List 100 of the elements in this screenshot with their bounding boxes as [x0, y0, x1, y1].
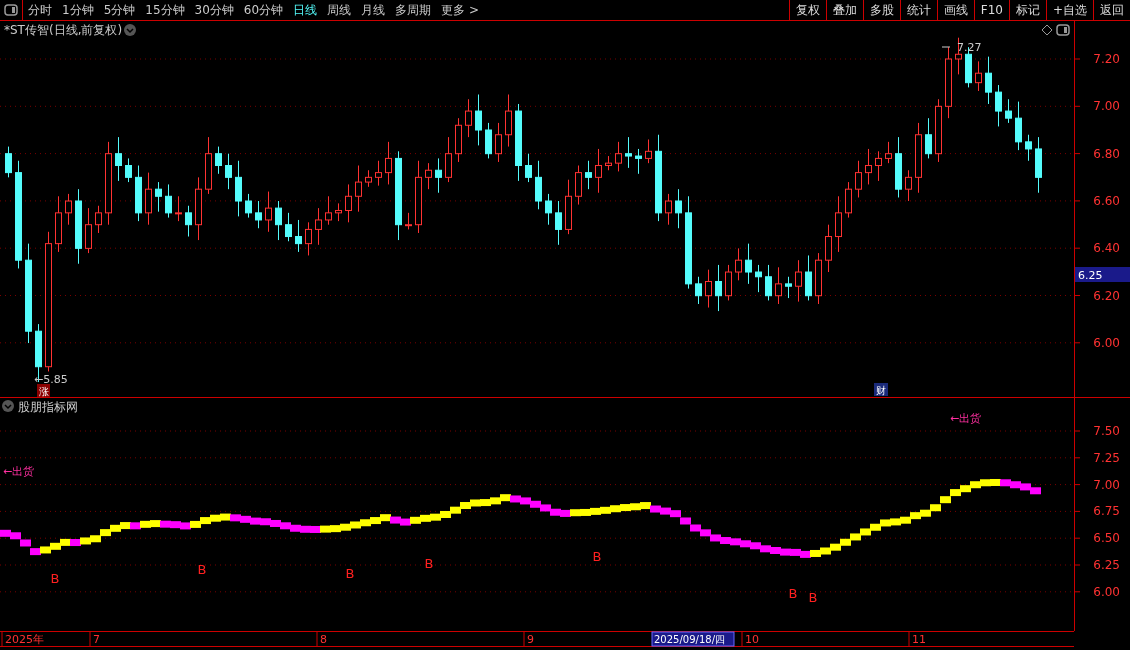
candlestick	[545, 193, 552, 226]
dropdown-icon[interactable]	[124, 24, 136, 36]
buy-marker: B	[424, 556, 434, 571]
candlestick	[805, 254, 812, 301]
candlestick	[895, 136, 902, 198]
candlestick	[875, 150, 882, 182]
date-axis-label: 11	[912, 633, 926, 646]
candlestick	[225, 153, 232, 190]
candlestick	[885, 141, 892, 164]
candlestick	[425, 162, 432, 190]
candlestick	[485, 122, 492, 159]
dropdown-icon[interactable]	[2, 400, 14, 412]
period-tab[interactable]: 5分钟	[98, 0, 141, 20]
candlestick	[835, 195, 842, 253]
candlestick	[185, 205, 192, 237]
candlestick	[215, 146, 222, 175]
period-tab[interactable]: 60分钟	[238, 0, 289, 20]
toolbar-button[interactable]: F10	[973, 0, 1009, 20]
candlestick	[865, 148, 872, 185]
candlestick	[735, 247, 742, 281]
period-tab[interactable]: 多周期	[390, 0, 437, 20]
period-tab[interactable]: 分时	[23, 0, 57, 20]
toolbar-button[interactable]: 统计	[899, 0, 937, 20]
cursor-date-label: 2025/09/18/四	[651, 631, 735, 647]
period-tab[interactable]: 更多 >	[436, 0, 484, 20]
buy-marker: B	[592, 549, 602, 564]
indicator-axis-label: 7.00	[1093, 477, 1120, 492]
date-axis-label: 2025年	[5, 633, 44, 646]
candlestick	[115, 136, 122, 182]
candlestick	[675, 188, 682, 229]
candlestick	[135, 165, 142, 222]
toolbar-button[interactable]: 多股	[862, 0, 900, 20]
period-tab[interactable]: 30分钟	[189, 0, 239, 20]
sell-signal-label: ←出货	[3, 465, 35, 478]
candlestick	[405, 212, 412, 230]
low-price-label: ←5.85	[34, 373, 68, 386]
candlestick	[245, 193, 252, 219]
candlestick	[725, 264, 732, 301]
indicator-axis-label: 6.00	[1093, 584, 1120, 599]
candlestick	[585, 160, 592, 190]
candlestick	[935, 98, 942, 163]
buy-marker: B	[50, 571, 60, 586]
period-tab[interactable]: 周线	[322, 0, 357, 20]
candlestick	[985, 56, 992, 105]
candlestick	[905, 169, 912, 202]
candlestick	[355, 165, 362, 213]
candlestick	[435, 157, 442, 194]
candlestick	[125, 157, 132, 183]
indicator-axis-label: 7.50	[1093, 424, 1120, 438]
price-axis-label: 6.80	[1093, 146, 1120, 161]
candlestick	[975, 60, 982, 92]
toolbar-button[interactable]: 画线	[936, 0, 974, 20]
candlestick	[575, 165, 582, 206]
period-tab[interactable]: 1分钟	[57, 0, 99, 20]
candlestick	[795, 259, 802, 303]
panel-toggle-icon[interactable]	[1056, 24, 1070, 36]
period-tab[interactable]: 日线	[288, 0, 323, 20]
candlestick	[785, 276, 792, 299]
indicator-title: 股朋指标网	[18, 400, 78, 414]
buy-marker: B	[345, 566, 355, 581]
candlestick	[535, 160, 542, 210]
candlestick	[145, 172, 152, 226]
candlestick	[825, 224, 832, 273]
candlestick	[775, 266, 782, 305]
candlestick	[265, 191, 272, 233]
candlestick	[1005, 98, 1012, 124]
toolbar-button[interactable]: 复权	[788, 0, 826, 20]
candlestick	[385, 141, 392, 185]
candlestick	[505, 94, 512, 148]
toolbar-button[interactable]: +自选	[1045, 0, 1093, 20]
candlestick	[95, 205, 102, 234]
period-tab[interactable]: 月线	[356, 0, 391, 20]
toolbar-button[interactable]: 返回	[1093, 0, 1130, 20]
period-tab[interactable]: 15分钟	[140, 0, 190, 20]
candlestick	[665, 193, 672, 226]
candlestick	[625, 136, 632, 169]
candlestick	[455, 117, 462, 163]
candlestick	[615, 141, 622, 172]
panel-toggle-icon[interactable]	[4, 4, 18, 16]
candlestick	[475, 94, 482, 146]
toolbar-button[interactable]: 标记	[1008, 0, 1046, 20]
candlestick	[325, 195, 332, 226]
date-axis-label: 9	[527, 633, 534, 646]
indicator-axis-label: 6.25	[1093, 558, 1120, 572]
price-axis-label: 7.20	[1093, 52, 1120, 66]
candlestick	[925, 117, 932, 159]
diamond-icon[interactable]	[1041, 24, 1053, 36]
candlestick	[5, 146, 12, 178]
sell-signal-label: ←出货	[950, 412, 982, 425]
candlestick	[345, 183, 352, 223]
indicator-axis-label: 6.50	[1093, 531, 1120, 546]
candlestick	[555, 200, 562, 246]
candlestick	[1025, 134, 1032, 162]
candlestick	[375, 160, 382, 187]
candlestick	[1015, 101, 1022, 151]
toolbar-button[interactable]: 叠加	[825, 0, 863, 20]
price-axis-label: 6.60	[1093, 193, 1120, 208]
candlestick	[55, 195, 62, 253]
buy-marker: B	[197, 562, 207, 577]
candlestick	[695, 276, 702, 305]
